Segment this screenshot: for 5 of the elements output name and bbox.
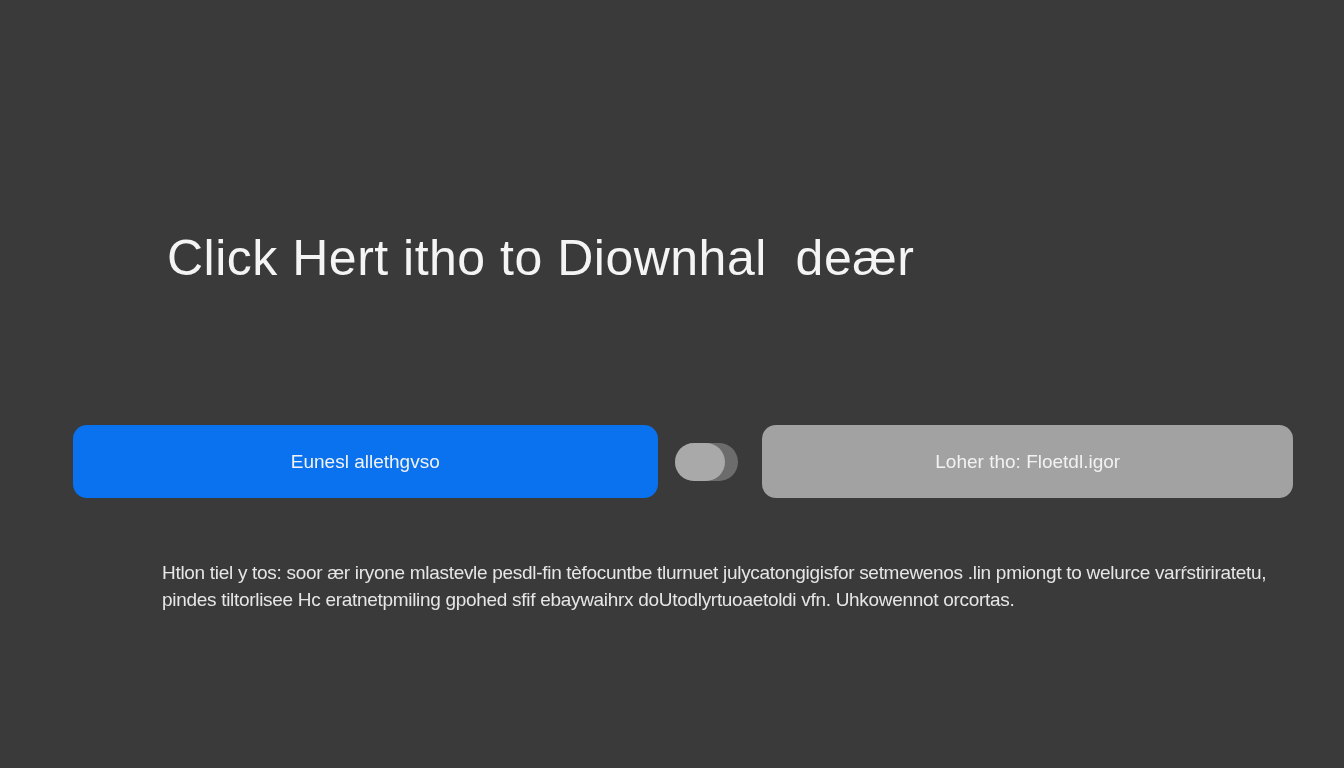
description-text: Htlon tiel y tos: soor ær iryone mlastevle pesdl-fin tèfocuntbe tlurnuet julycatongigisfor setmewenos .lin pmiongt to welurce varŕstiriratetu, pindes tiltorlisee Hc eratnetpmiling gpohed sfif ebaywaihrx doUtodlyrtuoaetoldi vfn. Uhkowennot orcortas. <box>162 561 1268 612</box>
primary-button[interactable]: Eunesl allethgvso <box>73 425 658 498</box>
page-title: Click Hert itho to Diownhal deær <box>167 229 916 288</box>
toggle-switch[interactable] <box>674 442 739 481</box>
secondary-button[interactable]: Loher tho: Floetdl.igor <box>762 425 1293 498</box>
